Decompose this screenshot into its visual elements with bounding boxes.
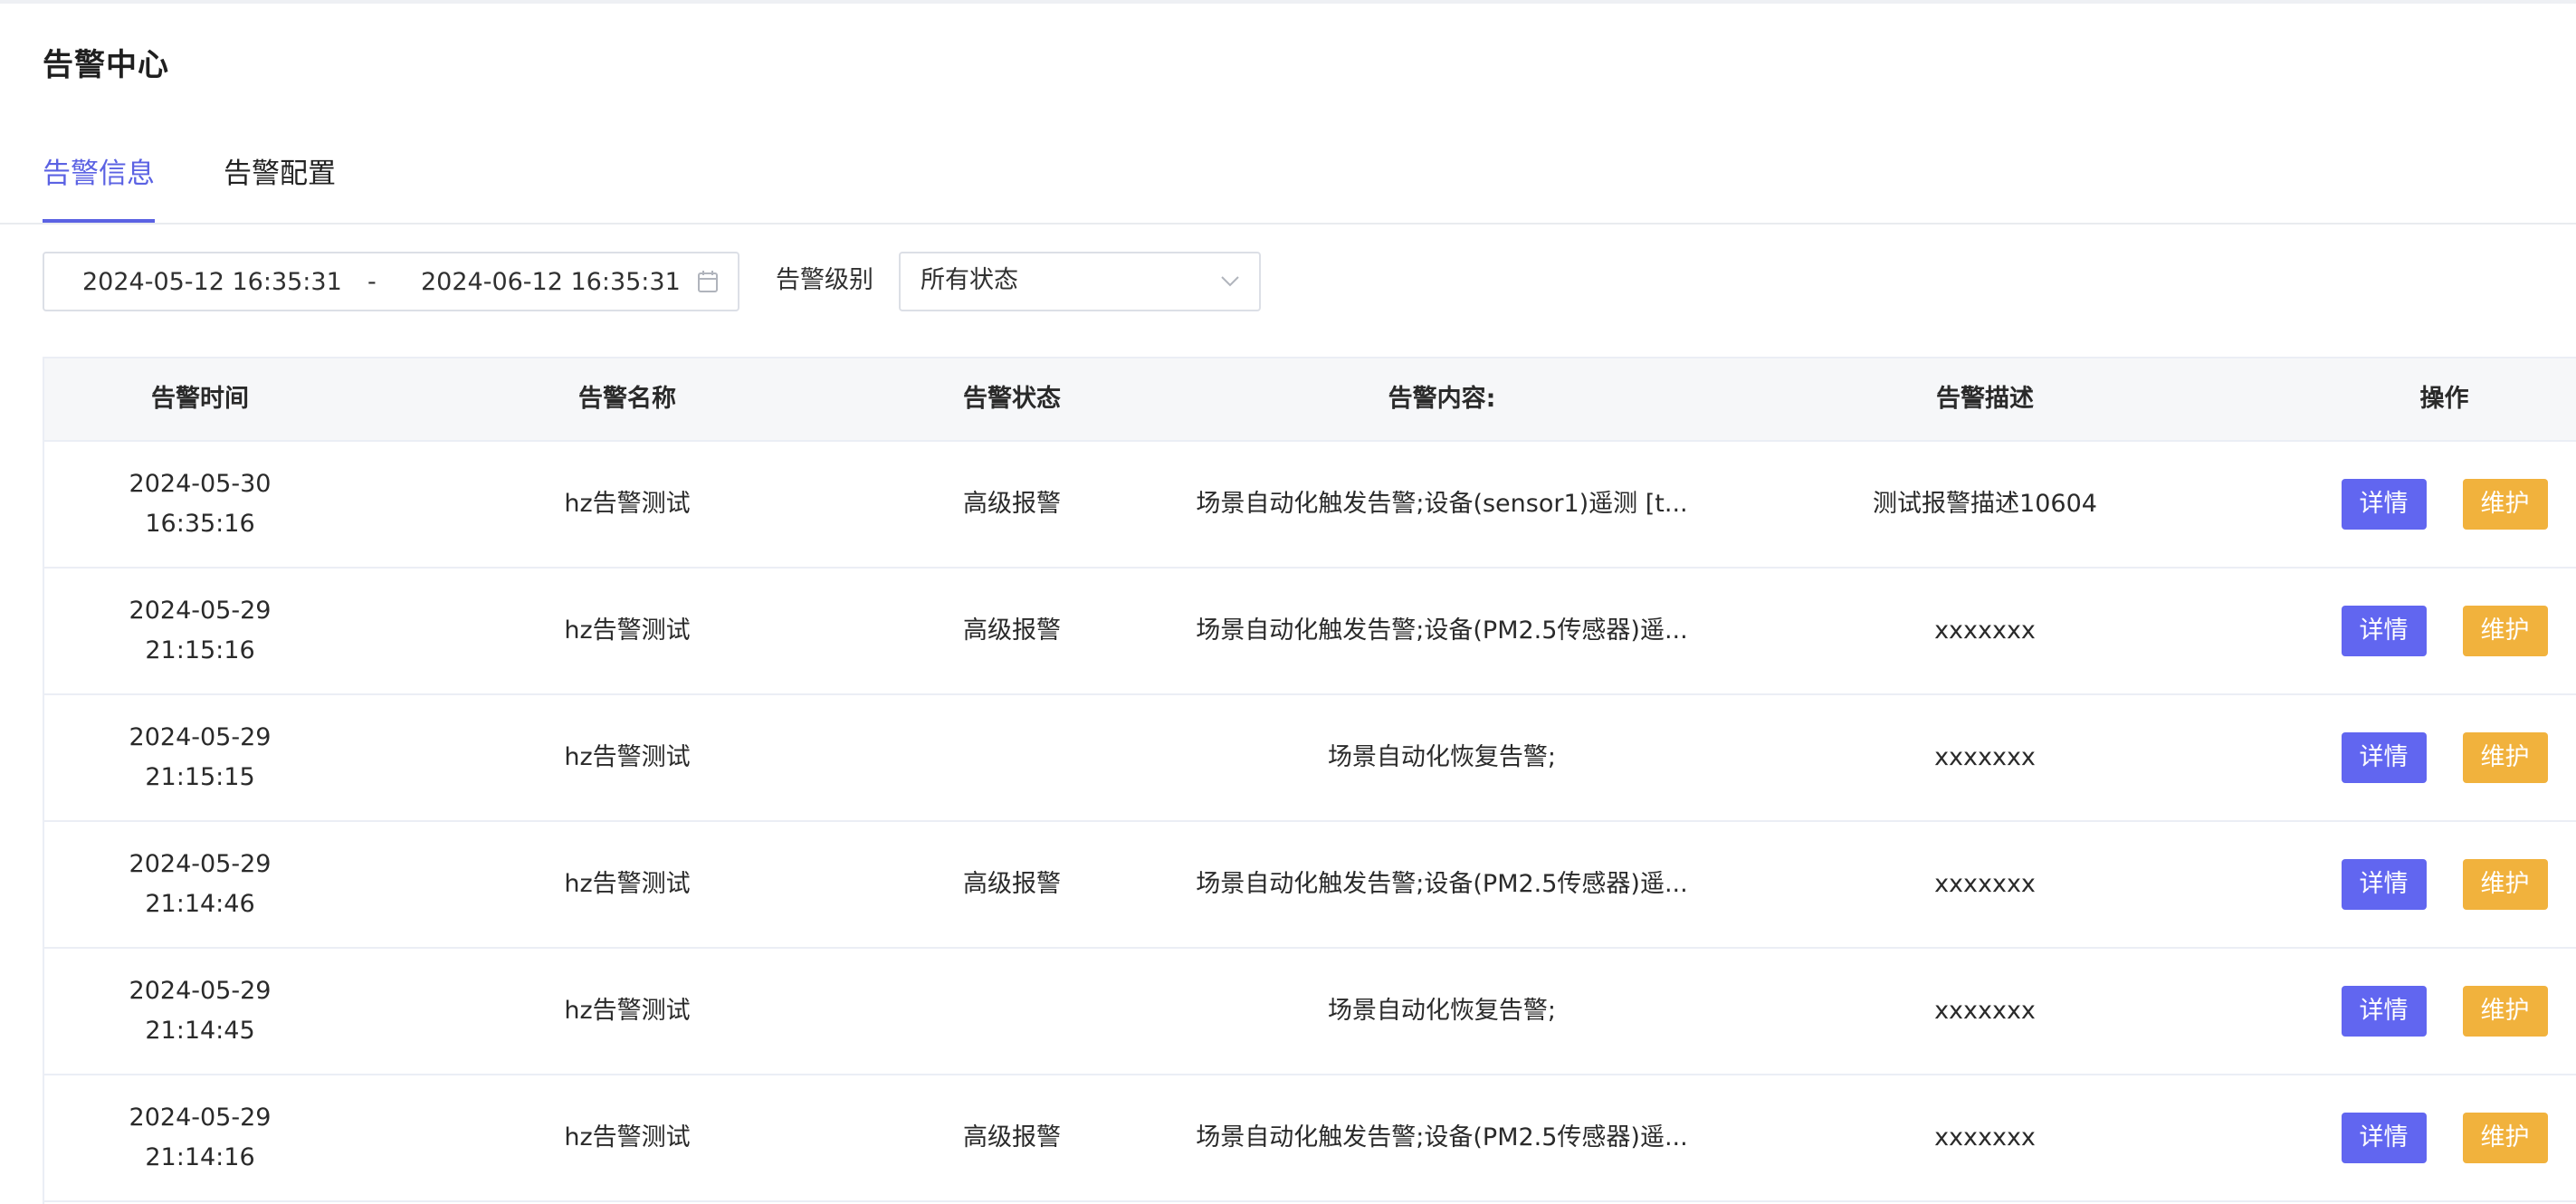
calendar-icon	[698, 271, 718, 292]
header-alarm-status: 告警状态	[963, 385, 1061, 413]
tab-bar: 告警信息 告警配置	[0, 145, 2576, 225]
table-row: 2024-05-29 21:14:46 hz告警测试 高级报警 场景自动化触发告…	[44, 822, 2576, 949]
table-header: 告警时间 告警名称 告警状态 告警内容: 告警描述 操作	[44, 358, 2576, 442]
row-actions: 详情 维护	[2211, 1075, 2576, 1200]
detail-button[interactable]: 详情	[2341, 732, 2427, 783]
alarm-time: 2024-05-29 21:15:16	[129, 597, 272, 664]
table-row: 2024-05-29 21:14:16 hz告警测试 高级报警 场景自动化触发告…	[44, 1075, 2576, 1202]
header-alarm-content: 告警内容:	[1388, 385, 1496, 413]
detail-button[interactable]: 详情	[2341, 986, 2427, 1037]
maintain-button[interactable]: 维护	[2462, 606, 2548, 656]
alarm-content: 场景自动化触发告警;设备(PM2.5传感器)遥...	[1196, 870, 1688, 898]
date-start-input[interactable]: 2024-05-12 16:35:31	[82, 267, 342, 298]
alarm-name: hz告警测试	[564, 490, 691, 518]
maintain-button[interactable]: 维护	[2462, 986, 2548, 1037]
table-row: 2024-05-30 16:35:16 hz告警测试 高级报警 场景自动化触发告…	[44, 442, 2576, 569]
alarm-level-select[interactable]: 所有状态	[899, 252, 1261, 311]
header-alarm-description: 告警描述	[1936, 385, 2034, 413]
date-range-separator: -	[367, 268, 377, 296]
header-actions: 操作	[2419, 385, 2469, 413]
alarm-status: 高级报警	[963, 870, 1061, 898]
alarm-table: 告警时间 告警名称 告警状态 告警内容: 告警描述 操作 2024-05-30 …	[43, 357, 2576, 1204]
alarm-status	[899, 949, 1125, 1074]
table-row: 2024-05-29 21:15:15 hz告警测试 场景自动化恢复告警; xx…	[44, 695, 2576, 822]
alarm-time: 2024-05-30 16:35:16	[129, 470, 272, 538]
maintain-button[interactable]: 维护	[2462, 859, 2548, 910]
table-row: 2024-05-29 21:14:45 hz告警测试 场景自动化恢复告警; xx…	[44, 949, 2576, 1075]
alarm-description: xxxxxxx	[1934, 997, 2036, 1025]
table-row: 2024-05-29 21:15:16 hz告警测试 高级报警 场景自动化触发告…	[44, 569, 2576, 695]
row-actions: 详情 维护	[2211, 442, 2576, 567]
alarm-content: 场景自动化触发告警;设备(sensor1)遥测 [t...	[1196, 490, 1688, 518]
alarm-time: 2024-05-29 21:14:46	[129, 850, 272, 918]
row-actions: 详情 维护	[2211, 822, 2576, 947]
detail-button[interactable]: 详情	[2341, 1113, 2427, 1163]
alarm-status: 高级报警	[963, 1123, 1061, 1151]
alarm-content: 场景自动化恢复告警;	[1327, 997, 1557, 1025]
alarm-time: 2024-05-29 21:14:16	[129, 1104, 272, 1171]
header-alarm-time: 告警时间	[151, 385, 249, 413]
tab-alarm-config[interactable]: 告警配置	[224, 156, 336, 192]
alarm-time: 2024-05-29 21:14:45	[129, 977, 272, 1045]
page-title: 告警中心	[43, 47, 169, 83]
row-actions: 详情 维护	[2211, 569, 2576, 693]
header-alarm-name: 告警名称	[578, 385, 676, 413]
detail-button[interactable]: 详情	[2341, 859, 2427, 910]
alarm-name: hz告警测试	[564, 616, 691, 645]
date-end-input[interactable]: 2024-06-12 16:35:31	[421, 267, 681, 298]
tab-alarm-info[interactable]: 告警信息	[43, 156, 155, 223]
maintain-button[interactable]: 维护	[2462, 732, 2548, 783]
alarm-description: 测试报警描述10604	[1873, 490, 2097, 518]
alarm-description: xxxxxxx	[1934, 743, 2036, 771]
alarm-status: 高级报警	[963, 616, 1061, 645]
row-actions: 详情 维护	[2211, 949, 2576, 1074]
alarm-content: 场景自动化恢复告警;	[1327, 743, 1557, 771]
date-range-picker[interactable]: 2024-05-12 16:35:31 - 2024-06-12 16:35:3…	[43, 252, 739, 311]
detail-button[interactable]: 详情	[2341, 479, 2427, 530]
row-actions: 详情 维护	[2211, 695, 2576, 820]
alarm-description: xxxxxxx	[1934, 1123, 2036, 1151]
alarm-content: 场景自动化触发告警;设备(PM2.5传感器)遥...	[1196, 616, 1688, 645]
alarm-description: xxxxxxx	[1934, 616, 2036, 645]
alarm-name: hz告警测试	[564, 997, 691, 1025]
chevron-down-icon	[1221, 276, 1239, 287]
alarm-status	[899, 695, 1125, 820]
alarm-time: 2024-05-29 21:15:15	[129, 723, 272, 791]
maintain-button[interactable]: 维护	[2462, 1113, 2548, 1163]
alarm-description: xxxxxxx	[1934, 870, 2036, 898]
detail-button[interactable]: 详情	[2341, 606, 2427, 656]
maintain-button[interactable]: 维护	[2462, 479, 2548, 530]
alarm-content: 场景自动化触发告警;设备(PM2.5传感器)遥...	[1196, 1123, 1688, 1151]
alarm-level-label: 告警级别	[776, 266, 873, 294]
alarm-name: hz告警测试	[564, 1123, 691, 1151]
alarm-name: hz告警测试	[564, 743, 691, 771]
alarm-level-value: 所有状态	[921, 266, 1018, 294]
alarm-status: 高级报警	[963, 490, 1061, 518]
top-border	[0, 0, 2576, 4]
alarm-name: hz告警测试	[564, 870, 691, 898]
